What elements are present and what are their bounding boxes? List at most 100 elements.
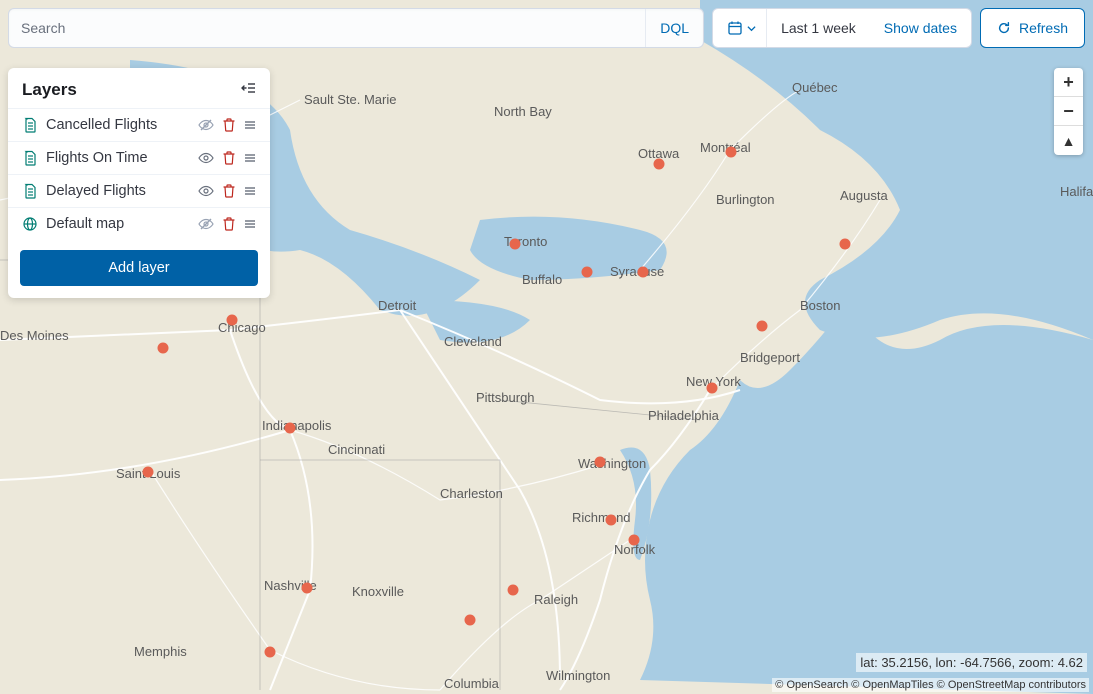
search-container: DQL xyxy=(8,8,704,48)
data-point[interactable] xyxy=(840,239,851,250)
city-label: Boston xyxy=(800,298,840,313)
zoom-out-button[interactable]: − xyxy=(1054,97,1083,126)
layer-label[interactable]: Flights On Time xyxy=(46,150,190,166)
data-point[interactable] xyxy=(638,267,649,278)
drag-handle-icon xyxy=(244,117,256,133)
layer-row: Cancelled Flights xyxy=(8,108,270,141)
city-label: Raleigh xyxy=(534,592,578,607)
layer-row: Flights On Time xyxy=(8,141,270,174)
city-label: Memphis xyxy=(134,644,187,659)
eye-open-icon xyxy=(198,183,214,199)
layer-label[interactable]: Delayed Flights xyxy=(46,183,190,199)
city-label: Columbia xyxy=(444,676,500,691)
refresh-icon xyxy=(997,21,1011,35)
data-point[interactable] xyxy=(510,239,521,250)
data-point[interactable] xyxy=(582,267,593,278)
data-point[interactable] xyxy=(707,383,718,394)
reorder-handle[interactable] xyxy=(244,216,256,232)
trash-icon xyxy=(222,117,236,133)
city-label: Sault Ste. Marie xyxy=(304,92,397,107)
data-point[interactable] xyxy=(595,457,606,468)
date-range-picker: Last 1 week Show dates xyxy=(712,8,972,48)
reorder-handle[interactable] xyxy=(244,183,256,199)
city-label: Pittsburgh xyxy=(476,390,535,405)
city-label: North Bay xyxy=(494,104,552,119)
data-point[interactable] xyxy=(158,343,169,354)
show-dates-link[interactable]: Show dates xyxy=(870,20,971,36)
map-coordinates: lat: 35.2156, lon: -64.7566, zoom: 4.62 xyxy=(856,653,1087,672)
coord-zoom: 4.62 xyxy=(1058,655,1083,670)
layer-label[interactable]: Cancelled Flights xyxy=(46,117,190,133)
data-point[interactable] xyxy=(265,647,276,658)
city-label: Indianapolis xyxy=(262,418,332,433)
trash-icon xyxy=(222,216,236,232)
city-label: Chicago xyxy=(218,320,266,335)
city-label: Richmond xyxy=(572,510,631,525)
attrib-openmaptiles[interactable]: © OpenMapTiles xyxy=(851,679,933,691)
toggle-visibility-button[interactable] xyxy=(198,216,214,232)
layer-row: Default map xyxy=(8,207,270,240)
city-label: Montréal xyxy=(700,140,751,155)
city-label: Des Moines xyxy=(0,328,69,343)
delete-layer-button[interactable] xyxy=(222,183,236,199)
attrib-opensearch[interactable]: © OpenSearch xyxy=(775,679,848,691)
add-layer-button[interactable]: Add layer xyxy=(20,250,258,286)
top-bar: DQL Last 1 week Show dates Refresh xyxy=(8,8,1085,48)
zoom-controls: + − ▲ xyxy=(1054,68,1083,155)
toggle-visibility-button[interactable] xyxy=(198,183,214,199)
toggle-visibility-button[interactable] xyxy=(198,150,214,166)
refresh-label: Refresh xyxy=(1019,20,1068,36)
city-label: Wilmington xyxy=(546,668,610,683)
attrib-osm[interactable]: © OpenStreetMap contributors xyxy=(937,679,1086,691)
search-input[interactable] xyxy=(9,9,645,47)
calendar-icon xyxy=(727,20,743,36)
layer-row: Delayed Flights xyxy=(8,174,270,207)
eye-closed-icon xyxy=(198,216,214,232)
data-point[interactable] xyxy=(302,583,313,594)
layer-label[interactable]: Default map xyxy=(46,216,190,232)
city-label: Charleston xyxy=(440,486,503,501)
reset-bearing-button[interactable]: ▲ xyxy=(1054,126,1083,155)
collapse-panel-icon[interactable] xyxy=(240,81,256,100)
city-label: Cleveland xyxy=(444,334,502,349)
trash-icon xyxy=(222,183,236,199)
data-point[interactable] xyxy=(285,423,296,434)
trash-icon xyxy=(222,150,236,166)
delete-layer-button[interactable] xyxy=(222,117,236,133)
city-label: Washington xyxy=(578,456,646,471)
data-point[interactable] xyxy=(143,467,154,478)
reorder-handle[interactable] xyxy=(244,117,256,133)
data-point[interactable] xyxy=(227,315,238,326)
reorder-handle[interactable] xyxy=(244,150,256,166)
city-label: Augusta xyxy=(840,188,888,203)
layers-panel: Layers Cancelled Flights Flights On Time D… xyxy=(8,68,270,298)
date-range-text[interactable]: Last 1 week xyxy=(767,20,870,36)
data-point[interactable] xyxy=(508,585,519,596)
document-icon xyxy=(22,183,38,199)
dql-toggle[interactable]: DQL xyxy=(645,9,703,47)
city-label: Syracuse xyxy=(610,264,664,279)
document-icon xyxy=(22,150,38,166)
data-point[interactable] xyxy=(606,515,617,526)
city-label: Buffalo xyxy=(522,272,562,287)
data-point[interactable] xyxy=(629,535,640,546)
refresh-button[interactable]: Refresh xyxy=(980,8,1085,48)
delete-layer-button[interactable] xyxy=(222,216,236,232)
data-point[interactable] xyxy=(465,615,476,626)
chevron-down-icon xyxy=(747,24,756,33)
city-label: Québec xyxy=(792,80,838,95)
city-label: Detroit xyxy=(378,298,417,313)
date-quick-select[interactable] xyxy=(713,9,767,47)
toggle-visibility-button[interactable] xyxy=(198,117,214,133)
drag-handle-icon xyxy=(244,183,256,199)
zoom-in-button[interactable]: + xyxy=(1054,68,1083,97)
globe-icon xyxy=(22,216,38,232)
city-label: Cincinnati xyxy=(328,442,385,457)
layers-title: Layers xyxy=(22,80,77,100)
document-icon xyxy=(22,117,38,133)
drag-handle-icon xyxy=(244,216,256,232)
data-point[interactable] xyxy=(654,159,665,170)
data-point[interactable] xyxy=(757,321,768,332)
data-point[interactable] xyxy=(726,147,737,158)
delete-layer-button[interactable] xyxy=(222,150,236,166)
